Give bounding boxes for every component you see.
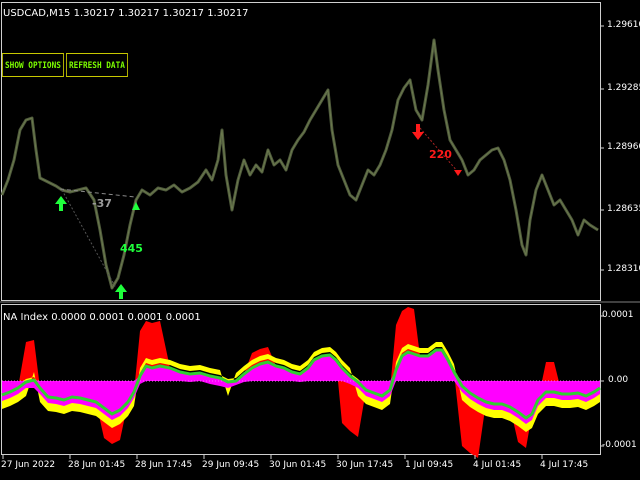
time-label: 30 Jun 17:45 (336, 460, 394, 470)
time-label: 28 Jun 01:45 (68, 460, 126, 470)
indicator-scale-label: 0.00 (608, 375, 629, 385)
indicator-scale-label: -0.0001 (602, 440, 637, 450)
time-label: 1 Jul 09:45 (405, 460, 454, 470)
buy-arrow-2 (115, 284, 127, 299)
time-label: 29 Jun 09:45 (202, 460, 260, 470)
price-label: 1.28310 (607, 264, 640, 274)
buy-arrow-1 (55, 196, 67, 211)
price-label: 1.29285 (607, 83, 640, 93)
price-label: 1.29610 (607, 20, 640, 30)
refresh-data-button[interactable]: REFRESH DATA (66, 53, 128, 77)
sell-arrow (412, 124, 424, 140)
time-label: 28 Jun 17:45 (135, 460, 193, 470)
small-down-arrow (454, 170, 462, 176)
main-chart-frame (1, 2, 601, 301)
annotation-green-value: 445 (120, 242, 143, 255)
price-label: 1.28960 (607, 142, 640, 152)
time-label: 30 Jun 01:45 (269, 460, 327, 470)
main-chart-header: USDCAD,M15 1.30217 1.30217 1.30217 1.302… (3, 8, 249, 19)
time-ticks (2, 455, 543, 459)
price-label: 1.28635 (607, 204, 640, 214)
indicator-scale-label: 0.0001 (602, 310, 634, 320)
time-label: 27 Jun 2022 (1, 460, 56, 470)
show-options-button[interactable]: SHOW OPTIONS (2, 53, 64, 77)
annotation-red-value: 220 (429, 148, 452, 161)
annotation-gray-value: -37 (92, 197, 112, 210)
time-label: 4 Jul 17:45 (540, 460, 589, 470)
indicator-header: NA Index 0.0000 0.0001 0.0001 0.0001 (3, 312, 201, 323)
time-label: 4 Jul 01:45 (473, 460, 522, 470)
